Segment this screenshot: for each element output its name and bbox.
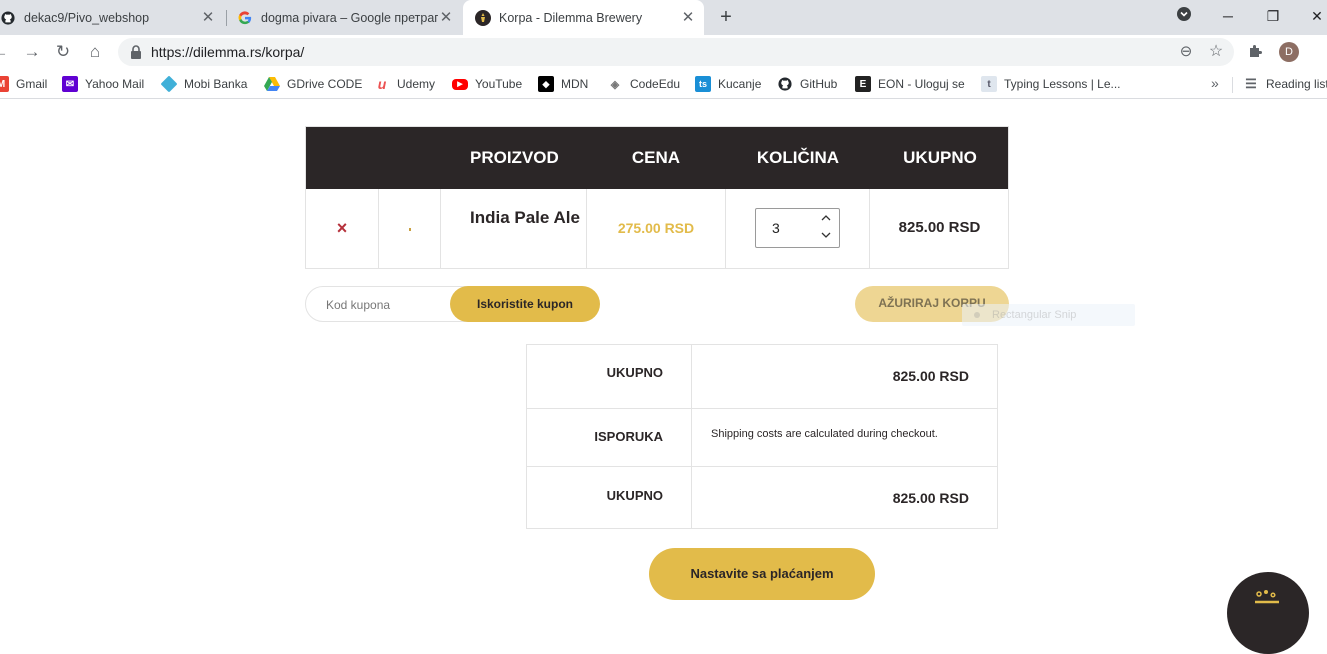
forward-button[interactable]: → xyxy=(20,40,44,64)
bookmark-codeedu[interactable]: ◈ CodeEdu xyxy=(607,75,680,93)
decrement-chevron-down-icon[interactable] xyxy=(819,230,833,244)
shipping-note: Shipping costs are calculated during che… xyxy=(711,428,938,440)
bookmark-github[interactable]: GitHub xyxy=(777,75,837,93)
profile-avatar[interactable]: D xyxy=(1279,42,1299,62)
github-icon xyxy=(777,76,793,92)
column-header-price: CENA xyxy=(631,148,681,167)
increment-chevron-up-icon[interactable] xyxy=(819,212,833,226)
tab-separator xyxy=(226,10,227,26)
tab-korpa[interactable]: Korpa - Dilemma Brewery ✕ xyxy=(463,0,704,35)
chat-widget-button[interactable] xyxy=(1227,572,1309,654)
youtube-icon: ▶ xyxy=(452,78,468,90)
restore-button[interactable]: ❐ xyxy=(1259,4,1287,28)
bookmark-star-icon[interactable]: ☆ xyxy=(1206,42,1226,62)
product-name-link[interactable]: India Pale Ale xyxy=(441,189,587,268)
lock-icon xyxy=(131,45,141,59)
kucanje-icon: ts xyxy=(695,76,711,92)
bookmarks-overflow-icon[interactable]: » xyxy=(1211,75,1219,91)
proceed-to-checkout-button[interactable]: Nastavite sa plaćanjem xyxy=(649,548,875,600)
line-total: 825.00 RSD xyxy=(898,219,981,236)
snip-mode-icon xyxy=(974,312,980,319)
quantity-cell xyxy=(726,189,870,268)
order-total-label: UKUPNO xyxy=(527,467,692,528)
zoom-icon[interactable]: ⊖ xyxy=(1176,42,1196,62)
url-text: https://dilemma.rs/korpa/ xyxy=(151,44,305,60)
shipping-label: ISPORUKA xyxy=(527,409,692,466)
new-tab-button[interactable]: + xyxy=(716,6,736,28)
quantity-input[interactable] xyxy=(757,210,817,246)
typing-lessons-icon: t xyxy=(981,76,997,92)
column-header-quantity: KOLIČINA xyxy=(756,148,840,167)
tab-google[interactable]: dogma pivara – Google претрага ✕ xyxy=(228,0,462,35)
column-header-total: UKUPNO xyxy=(903,148,977,167)
coupon-code-input[interactable] xyxy=(326,296,446,314)
beer-mug-icon xyxy=(1255,590,1279,604)
product-price: 275.00 RSD xyxy=(587,189,726,268)
browser-toolbar: ← → ↻ ⌂ https://dilemma.rs/korpa/ ⊖ ☆ D xyxy=(0,35,1327,69)
back-button[interactable]: ← xyxy=(0,40,12,64)
bookmarks-bar: M Gmail ✉ Yahoo Mail Mobi Banka GDrive COD… xyxy=(0,69,1327,99)
remove-item-button[interactable]: × xyxy=(306,189,379,268)
close-icon[interactable]: ✕ xyxy=(680,9,696,26)
reading-list-icon: ☰ xyxy=(1245,76,1257,91)
gdrive-icon xyxy=(264,76,280,92)
home-button[interactable]: ⌂ xyxy=(83,40,107,64)
bookmark-gmail[interactable]: M Gmail xyxy=(0,75,47,93)
tab-search-button[interactable] xyxy=(1170,4,1198,28)
bookmark-typing-lessons[interactable]: t Typing Lessons | Le... xyxy=(981,75,1121,93)
gmail-icon: M xyxy=(0,76,9,92)
address-bar[interactable]: https://dilemma.rs/korpa/ ⊖ ☆ xyxy=(118,38,1234,66)
bookmarks-divider xyxy=(1232,77,1233,93)
extensions-puzzle-icon[interactable] xyxy=(1246,43,1266,63)
order-total-value: 825.00 RSD xyxy=(892,490,969,506)
yahoo-icon: ✉ xyxy=(62,76,78,92)
tab-title: dekac9/Pivo_webshop xyxy=(24,10,150,25)
tab-title: Korpa - Dilemma Brewery xyxy=(499,10,643,25)
apply-coupon-button[interactable]: Iskoristite kupon xyxy=(450,286,600,322)
shipping-row: ISPORUKA Shipping costs are calculated d… xyxy=(527,408,997,466)
bookmark-gdrive-code[interactable]: GDrive CODE xyxy=(264,75,362,93)
tab-strip: dekac9/Pivo_webshop ✕ dogma pivara – Goo… xyxy=(0,0,1327,35)
tab-title: dogma pivara – Google претрага xyxy=(261,10,438,25)
mdn-icon: ◆ xyxy=(538,76,554,92)
cart-page: PROIZVOD CENA KOLIČINA UKUPNO × India Pa… xyxy=(0,100,1327,654)
chevron-down-icon xyxy=(1177,7,1191,21)
subtotal-value: 825.00 RSD xyxy=(892,368,969,384)
tab-github[interactable]: dekac9/Pivo_webshop ✕ xyxy=(0,0,224,35)
dilemma-icon xyxy=(475,9,491,26)
snip-tooltip-overlay: Rectangular Snip xyxy=(962,304,1135,326)
column-header-product: PROIZVOD xyxy=(470,148,559,167)
subtotal-label: UKUPNO xyxy=(527,345,692,408)
cart-table-header: PROIZVOD CENA KOLIČINA UKUPNO xyxy=(306,127,1008,189)
bookmark-yahoo-mail[interactable]: ✉ Yahoo Mail xyxy=(62,75,144,93)
bookmark-mobi-banka[interactable]: Mobi Banka xyxy=(160,75,247,93)
bookmark-eon[interactable]: E EON - Uloguj se xyxy=(855,75,965,93)
bookmark-mdn[interactable]: ◆ MDN xyxy=(538,75,588,93)
bookmark-udemy[interactable]: u Udemy xyxy=(374,75,435,93)
minimize-button[interactable]: ─ xyxy=(1214,4,1242,28)
cart-table: PROIZVOD CENA KOLIČINA UKUPNO × India Pa… xyxy=(305,126,1009,269)
coupon-form: Iskoristite kupon xyxy=(305,286,600,322)
subtotal-row: UKUPNO 825.00 RSD xyxy=(527,345,997,408)
bookmark-kucanje[interactable]: ts Kucanje xyxy=(695,75,761,93)
google-icon xyxy=(237,10,253,26)
cart-item-row: × India Pale Ale 275.00 RSD 825.00 RSD xyxy=(306,189,1008,268)
reading-list-button[interactable]: ☰ Reading list xyxy=(1243,75,1327,93)
close-icon[interactable]: ✕ xyxy=(438,9,454,26)
eon-icon: E xyxy=(855,76,871,92)
mobi-banka-icon xyxy=(160,75,178,93)
udemy-icon: u xyxy=(377,76,387,92)
order-total-row: UKUPNO 825.00 RSD xyxy=(527,466,997,528)
codeedu-icon: ◈ xyxy=(610,78,620,91)
quantity-stepper[interactable] xyxy=(755,208,840,248)
product-image xyxy=(409,228,411,231)
reload-button[interactable]: ↻ xyxy=(51,40,75,64)
cart-totals-table: UKUPNO 825.00 RSD ISPORUKA Shipping cost… xyxy=(526,344,998,529)
bookmark-youtube[interactable]: ▶ YouTube xyxy=(452,75,522,93)
close-icon[interactable]: ✕ xyxy=(200,9,216,26)
github-icon xyxy=(0,10,16,26)
close-window-button[interactable]: ✕ xyxy=(1303,4,1327,28)
product-thumbnail[interactable] xyxy=(379,189,441,268)
